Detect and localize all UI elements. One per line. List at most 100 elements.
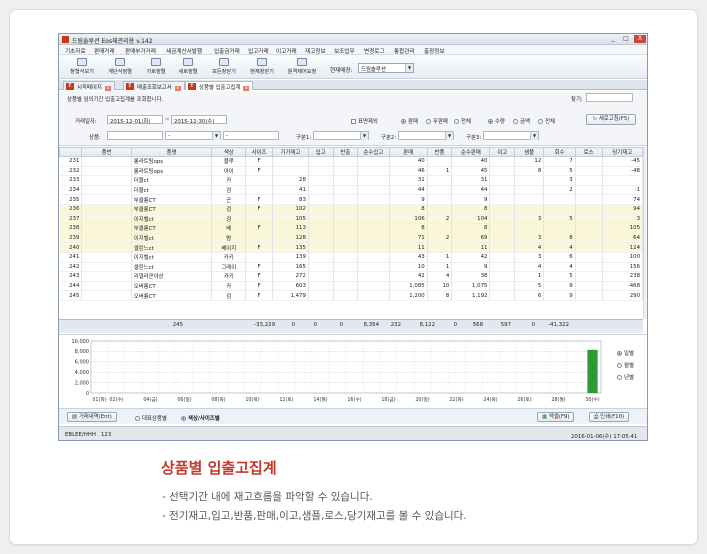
menu-item[interactable]: 판매부가거래 <box>125 47 156 55</box>
menu-item[interactable]: 재고정보 <box>305 47 326 55</box>
radio-daily[interactable]: 일별 <box>617 349 634 357</box>
table-cell: 5 <box>543 271 576 282</box>
table-row[interactable]: 244 오버롱CT 카 F 603 1,085 10 1,075 5 9 -468 <box>59 281 644 292</box>
excel-button[interactable]: ▦ 엑셀(F9) <box>537 412 575 422</box>
close-button[interactable]: X <box>634 35 646 43</box>
menu-item[interactable]: 입출금거래 <box>214 47 240 55</box>
close-all-button[interactable]: 모든창닫기 <box>205 57 243 77</box>
table-cell: 검 <box>211 185 247 196</box>
column-header[interactable]: 사이즈 <box>245 147 273 157</box>
close-current-button[interactable]: 현재창닫기 <box>243 57 281 77</box>
table-row[interactable]: 245 오버롱CT 검 F 1,479 1,200 8 1,192 6 9 290 <box>59 290 644 301</box>
vertical-scrollbar[interactable] <box>643 147 647 319</box>
table-cell <box>427 185 453 196</box>
print-button[interactable]: ⎙ 인쇄(F10) <box>589 412 630 422</box>
table-cell <box>333 233 359 244</box>
radio-no-sale[interactable]: 무판매 <box>426 117 448 125</box>
date-from-field[interactable]: 2015-12-01(화) <box>107 115 163 125</box>
div1-select[interactable]: ▼ <box>313 131 369 140</box>
radio-yearly[interactable]: 년별 <box>617 373 634 381</box>
table-row[interactable]: 243 리얼라쿤야상 카키 F 272 42 4 38 1 5 238 <box>59 271 644 282</box>
cascade-icon <box>115 58 125 66</box>
table-cell: 아이 <box>211 166 247 177</box>
table-cell <box>357 185 390 196</box>
column-header[interactable]: 순수판매 <box>451 147 491 157</box>
radio-sale-all[interactable]: 전체 <box>454 117 471 125</box>
column-header[interactable]: 반출 <box>332 147 359 157</box>
table-cell <box>427 242 453 253</box>
column-header[interactable]: 로스 <box>574 147 603 157</box>
menu-item[interactable]: 출장정보 <box>424 47 445 55</box>
maximize-button[interactable]: □ <box>620 35 632 43</box>
table-row[interactable]: 234 더블ct 검 41 44 44 2 -1 <box>59 185 644 196</box>
table-row[interactable]: 231 롱라트팅ops 블루 F 40 40 12 7 -45 <box>59 156 644 167</box>
radio-rep-product[interactable]: 대표상품별 <box>135 414 167 422</box>
cascade-button[interactable]: 계단식정렬 <box>101 57 139 77</box>
radio-color-size[interactable]: 색상/사이즈별 <box>181 414 220 422</box>
table-cell <box>81 156 132 167</box>
column-header[interactable]: 샘플 <box>514 147 545 157</box>
branch-select[interactable]: 드림솔루션 ▼ <box>358 63 414 73</box>
menu-item[interactable]: 변경로그 <box>364 47 385 55</box>
branch-label: 현재매장: <box>330 68 353 74</box>
div2-select[interactable]: ▼ <box>398 131 454 140</box>
column-header[interactable]: 반품 <box>426 147 453 157</box>
remote-control-button[interactable]: 원격제어요청 <box>283 57 321 77</box>
column-header[interactable]: 색상 <box>211 147 247 157</box>
menu-item[interactable]: 통합관리 <box>394 47 415 55</box>
table-row[interactable]: 236 부클롱CT 검 F 102 8 8 94 <box>59 204 644 215</box>
menu-item[interactable]: 기초자료 <box>65 47 86 55</box>
minimize-button[interactable]: _ <box>607 35 619 43</box>
column-header[interactable]: 판매 <box>388 147 428 157</box>
table-row[interactable]: 239 이지벨ct 밤 128 71 2 69 3 8 64 <box>59 233 644 244</box>
menu-item[interactable]: 판매거래 <box>94 47 115 55</box>
table-row[interactable]: 232 롱라트팅ops 아이 F 46 1 45 8 5 -48 <box>59 166 644 177</box>
table-row[interactable]: 233 더블ct 카 28 31 31 3 <box>59 175 644 186</box>
menu-item[interactable]: 입고거래 <box>248 47 269 55</box>
product-from-field[interactable] <box>107 131 163 140</box>
exclude-checkbox[interactable]: 표면제외 <box>351 117 378 125</box>
refresh-button[interactable]: ↻ 새로고침(F5) <box>586 114 636 125</box>
menu-item[interactable]: 세금계산서발행 <box>166 47 202 55</box>
table-row[interactable]: 237 이지벨ct 검 105 106 2 104 3 5 3 <box>59 214 644 225</box>
product-select[interactable]: - ▼ <box>165 131 221 140</box>
column-header[interactable]: 품번 <box>81 147 132 157</box>
table-cell <box>357 175 390 186</box>
tab-product-inout[interactable]: E 상품별 입출고집계 x <box>185 81 254 92</box>
table-row[interactable]: 241 이지벨ct 카키 139 43 1 42 3 6 100 <box>59 252 644 263</box>
column-header[interactable]: 입고 <box>307 147 334 157</box>
table-row[interactable]: 238 부클롱CT 베 F 113 8 8 105 <box>59 223 644 234</box>
menu-item[interactable]: 이고거래 <box>276 47 297 55</box>
table-row[interactable]: 240 셀린느ct 베이지 F 135 11 11 4 4 124 <box>59 242 644 253</box>
tab-start-page[interactable]: E 시작페이지 x <box>63 81 115 92</box>
table-cell <box>333 204 359 215</box>
ledger-button[interactable]: ▤ 거래내역(Ent) <box>67 412 117 422</box>
product-to-field[interactable]: - <box>223 131 279 140</box>
column-header[interactable]: 회수 <box>543 147 576 157</box>
radio-monthly[interactable]: 월별 <box>617 361 634 369</box>
radio-amount[interactable]: 금액 <box>513 117 530 125</box>
vertical-arrange-button[interactable]: 세로정렬 <box>169 57 207 77</box>
tab-sales-report[interactable]: E 매출조회보고서 x <box>123 81 185 92</box>
date-to-field[interactable]: 2015-12-30(수) <box>171 115 227 125</box>
radio-quantity[interactable]: 수량 <box>488 117 505 125</box>
column-header[interactable]: 기가재고 <box>272 147 309 157</box>
table-cell <box>81 233 132 244</box>
radio-sale[interactable]: 판매 <box>401 117 418 125</box>
menu-item[interactable]: 보조업무 <box>334 47 355 55</box>
column-header[interactable]: 순수입고 <box>357 147 390 157</box>
horizontal-scrollbar[interactable] <box>59 329 643 333</box>
table-cell <box>308 242 334 253</box>
column-header[interactable]: 품명 <box>130 147 213 157</box>
data-grid[interactable]: 품번 품명 색상 사이즈 기가재고 입고 반출 순수입고 판매 반품 순수판매 이고 샘플 회수 로스 당기재… <box>59 147 647 329</box>
table-row[interactable]: 235 부클롱CT 곤 F 83 9 9 74 <box>59 194 644 205</box>
tile-windows-button[interactable]: 창형식보기 <box>63 57 101 77</box>
column-header[interactable]: 당기재고 <box>601 147 644 157</box>
search-input[interactable] <box>586 93 633 102</box>
table-row[interactable]: 242 셀린느ct 그레이 F 165 10 1 9 4 4 156 <box>59 262 644 273</box>
radio-qty-all[interactable]: 전체 <box>538 117 555 125</box>
table-cell: 3 <box>514 252 545 263</box>
column-header[interactable] <box>59 147 83 157</box>
column-header[interactable]: 이고 <box>489 147 516 157</box>
div3-select[interactable]: ▼ <box>483 131 539 140</box>
